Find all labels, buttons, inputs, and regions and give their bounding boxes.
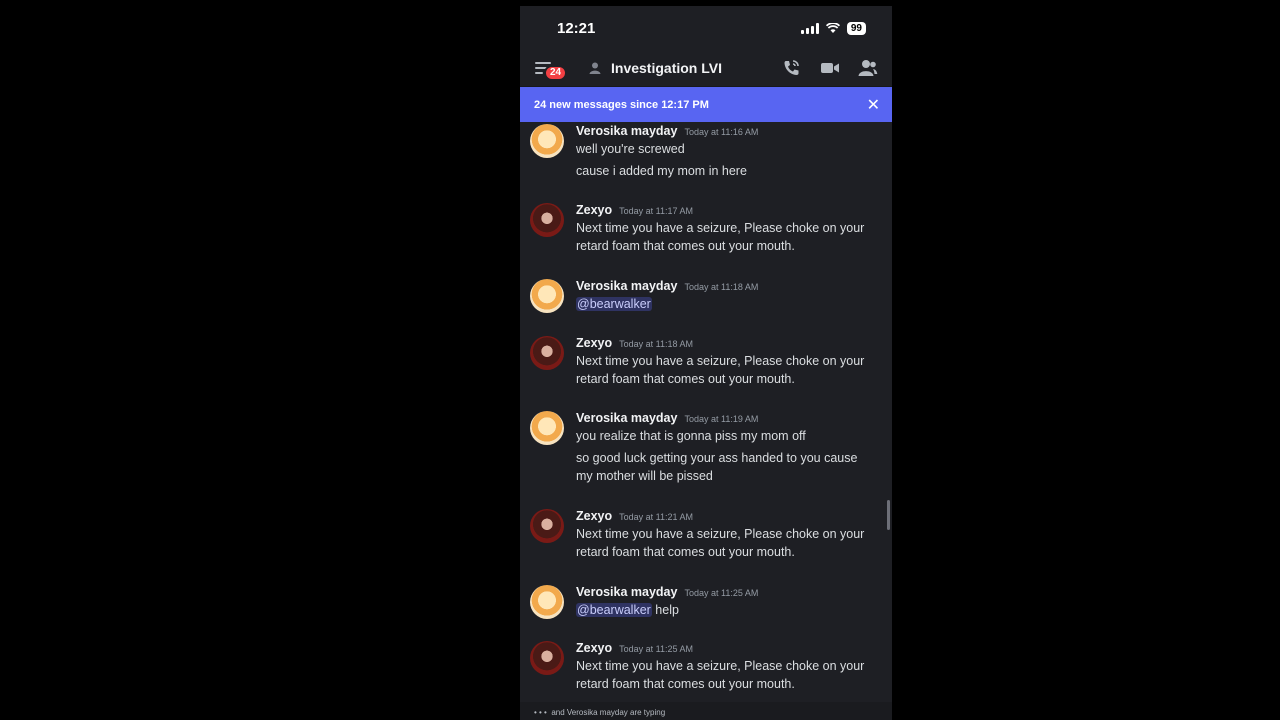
author-name[interactable]: Verosika mayday: [576, 124, 677, 138]
message-text: retard foam that comes out your mouth.: [576, 677, 795, 691]
new-messages-banner[interactable]: 24 new messages since 12:17 PM ✕: [520, 87, 892, 122]
channel-header: 24 Investigation LVI: [520, 50, 892, 87]
message-text: my mother will be pissed: [576, 469, 713, 483]
message-text: retard foam that comes out your mouth.: [576, 239, 795, 253]
message-text: Next time you have a seizure, Please cho…: [576, 659, 865, 673]
user-mention[interactable]: @bearwalker: [576, 297, 652, 311]
menu-button[interactable]: 24: [535, 59, 568, 81]
verosika-avatar[interactable]: [530, 585, 564, 619]
message-text: cause i added my mom in here: [576, 164, 747, 178]
verosika-avatar[interactable]: [530, 411, 564, 445]
message-group: Verosika mayday Today at 11:18 AM @bearwa…: [530, 279, 878, 313]
zexyo-avatar[interactable]: [530, 641, 564, 675]
message-group: Verosika mayday Today at 11:19 AM you rea…: [530, 411, 878, 485]
message-text: Next time you have a seizure, Please cho…: [576, 527, 865, 541]
message-text: retard foam that comes out your mouth.: [576, 372, 795, 386]
user-icon: [589, 62, 601, 74]
message-text: Next time you have a seizure, Please cho…: [576, 354, 865, 368]
battery-indicator: 99: [846, 21, 866, 35]
channel-title[interactable]: Investigation LVI: [611, 60, 782, 76]
message-text: @bearwalker: [576, 295, 878, 313]
user-mention[interactable]: @bearwalker: [576, 603, 652, 617]
message-group: Zexyo Today at 11:18 AM Next time you hav…: [530, 336, 878, 388]
message-text: Next time you have a seizure, Please cho…: [576, 221, 865, 235]
zexyo-avatar[interactable]: [530, 509, 564, 543]
message-text-suffix: help: [651, 603, 679, 617]
voice-call-icon[interactable]: [782, 59, 802, 77]
message-text: retard foam that comes out your mouth.: [576, 545, 795, 559]
typing-text: and Verosika mayday are typing: [551, 708, 666, 717]
wifi-icon: [825, 22, 840, 33]
message-time: Today at 11:18 AM: [619, 339, 694, 349]
message-time: Today at 11:25 AM: [684, 588, 759, 598]
message-group: Verosika mayday Today at 11:16 AM well yo…: [530, 124, 878, 180]
signal-icon: [800, 22, 819, 34]
scrollbar[interactable]: [887, 500, 890, 530]
status-icons: 99: [800, 21, 866, 35]
message-group: Zexyo Today at 11:21 AM Next time you hav…: [530, 509, 878, 561]
status-time: 12:21: [557, 19, 596, 37]
message-time: Today at 11:25 AM: [619, 644, 694, 654]
author-name[interactable]: Zexyo: [576, 641, 612, 655]
status-bar: 12:21 99: [520, 6, 892, 50]
message-text: so good luck getting your ass handed to …: [576, 451, 858, 465]
zexyo-avatar[interactable]: [530, 336, 564, 370]
verosika-avatar[interactable]: [530, 124, 564, 158]
banner-text: 24 new messages since 12:17 PM: [534, 98, 709, 111]
author-name[interactable]: Verosika mayday: [576, 279, 677, 293]
message-text: well you're screwed: [576, 142, 685, 156]
video-call-icon[interactable]: [820, 60, 840, 76]
members-icon[interactable]: [858, 59, 878, 77]
phone-screen: 12:21 99 24 Investigation LVI 24 new mes…: [520, 6, 892, 720]
zexyo-avatar[interactable]: [530, 203, 564, 237]
author-name[interactable]: Zexyo: [576, 203, 612, 217]
author-name[interactable]: Verosika mayday: [576, 411, 677, 425]
author-name[interactable]: Zexyo: [576, 509, 612, 523]
author-name[interactable]: Verosika mayday: [576, 585, 677, 599]
author-name[interactable]: Zexyo: [576, 336, 612, 350]
message-time: Today at 11:21 AM: [619, 512, 694, 522]
message-group: Zexyo Today at 11:17 AM Next time you hav…: [530, 203, 878, 255]
message-text: you realize that is gonna piss my mom of…: [576, 429, 806, 443]
message-time: Today at 11:17 AM: [619, 206, 694, 216]
message-list[interactable]: Verosika mayday Today at 11:16 AM well yo…: [520, 122, 892, 712]
message-time: Today at 11:19 AM: [684, 414, 759, 424]
verosika-avatar[interactable]: [530, 279, 564, 313]
message-time: Today at 11:16 AM: [684, 127, 759, 137]
close-icon[interactable]: ✕: [867, 95, 880, 115]
message-text: @bearwalker help: [576, 601, 878, 619]
typing-indicator: • • • and Verosika mayday are typing: [520, 702, 892, 720]
message-time: Today at 11:18 AM: [684, 282, 759, 292]
message-group: Verosika mayday Today at 11:25 AM @bearwa…: [530, 585, 878, 619]
message-group: Zexyo Today at 11:25 AM Next time you hav…: [530, 641, 878, 693]
unread-badge: 24: [544, 65, 568, 81]
typing-dots-icon: • • •: [534, 708, 547, 717]
header-actions: [782, 59, 878, 77]
